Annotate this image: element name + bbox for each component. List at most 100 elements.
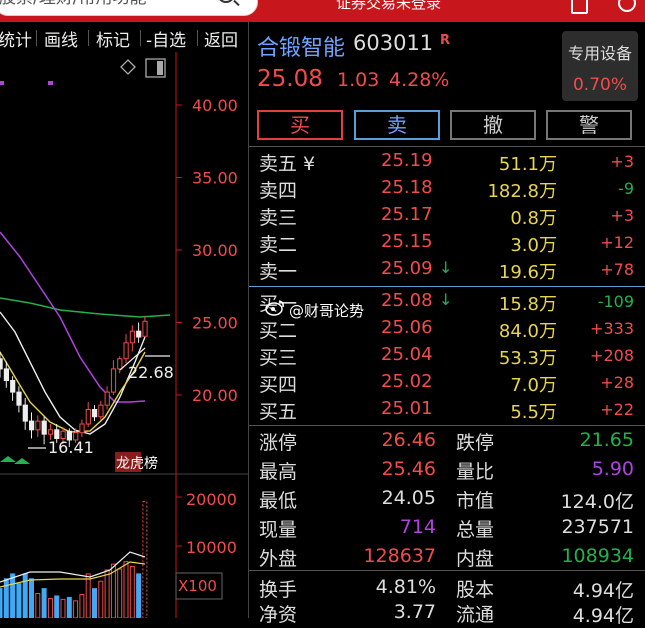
toolbar-divider [140, 30, 141, 46]
sector-box[interactable]: 专用设备 0.70% [562, 31, 638, 101]
stat-value: 128637 [363, 545, 436, 567]
order-book-row-buy[interactable]: 买五 25.01 5.5万 +22 [249, 396, 645, 423]
stat-label: 最高 [259, 461, 298, 483]
stat-label: 量比 [456, 461, 495, 483]
stock-code: 603011 [353, 31, 434, 55]
stat-label: 内盘 [456, 548, 495, 570]
order-book-row-buy[interactable]: 买四 25.02 7.0万 +28 [249, 369, 645, 396]
order-volume: 0.8万 [510, 208, 557, 229]
stat-label: 股本 [456, 579, 495, 601]
volume-bar [129, 566, 135, 619]
order-volume: 15.8万 [498, 294, 557, 315]
order-volume: 7.0万 [510, 375, 557, 396]
order-change: +3 [610, 152, 634, 171]
order-book-row-buy[interactable]: 买三 25.04 53.3万 +208 [249, 342, 645, 369]
buy-button[interactable]: 买 [257, 110, 343, 140]
kline-chart[interactable]: 40.00 35.00 30.00 25.00 20.00 22.68 16.41 龙虎… [0, 52, 248, 619]
divider [249, 146, 645, 147]
order-level-label: 卖二 [259, 234, 298, 256]
order-book-row-sell[interactable]: 卖四 25.18 182.8万 -9 [249, 175, 645, 202]
price-tick-label: 30.00 [192, 241, 238, 260]
down-arrow-icon: ↓ [439, 258, 453, 277]
order-volume: 3.0万 [510, 235, 557, 256]
cancel-order-button[interactable]: 撤 [450, 110, 536, 140]
stat-value: 3.77 [393, 601, 436, 623]
login-status[interactable]: 证券交易未登录 [336, 0, 441, 13]
volume-bar [142, 501, 148, 619]
down-arrow-icon: ↓ [439, 290, 453, 309]
price-change: 1.03 [337, 69, 380, 91]
order-price: 25.08 [381, 290, 433, 311]
stat-item: 量比 5.90 [456, 457, 634, 485]
candle-body [104, 391, 110, 406]
price-tick-label: 40.00 [192, 96, 238, 115]
order-price: 25.01 [381, 398, 433, 419]
volume-bar [0, 588, 3, 619]
volume-bar [29, 578, 34, 619]
order-book-row-sell[interactable]: 卖三 25.17 0.8万 +3 [249, 202, 645, 229]
ma-line-yellow [0, 351, 146, 433]
search-box[interactable]: 股票/理财/常用功能 [0, 0, 258, 16]
sector-change: 0.70% [572, 75, 627, 95]
price-tick-label: 25.00 [192, 314, 238, 333]
tool-mark[interactable]: 标记 [96, 26, 130, 51]
order-volume: 19.6万 [498, 262, 557, 283]
stat-value: 21.65 [579, 429, 634, 451]
stat-value: 4.81% [375, 576, 436, 598]
price-tick-label: 35.00 [192, 169, 238, 188]
stat-item: 内盘 108934 [456, 544, 634, 572]
ma-line-purple [0, 231, 146, 403]
order-book-row-sell[interactable]: 卖二 25.15 3.0万 +12 [249, 229, 645, 256]
stat-value: 108934 [561, 545, 634, 567]
tool-remove-watchlist[interactable]: -自选 [146, 26, 186, 51]
volume-tick: 20000 [186, 490, 237, 509]
order-volume: 51.1万 [498, 154, 557, 175]
volume-bar [98, 580, 104, 619]
dragon-tiger-badge[interactable]: 龙虎榜 [116, 455, 158, 472]
stat-item: 净资 3.77 [259, 600, 436, 628]
sell-button[interactable]: 卖 [354, 110, 440, 140]
search-input[interactable]: 股票/理财/常用功能 [0, 0, 146, 8]
order-book-row-sell[interactable]: 卖五 ¥ 25.19 51.1万 +3 [249, 148, 645, 175]
tool-statistics[interactable]: 统计 [0, 26, 32, 51]
stat-item: 总量 237571 [456, 515, 634, 543]
order-price: 25.18 [381, 177, 433, 198]
order-book-row-sell[interactable]: 卖一 25.09 19.6万 +78 ↓ [249, 256, 645, 283]
kline-chart-area[interactable]: 40.00 35.00 30.00 25.00 20.00 22.68 16.41 龙虎… [0, 52, 248, 619]
order-change: +78 [600, 260, 634, 279]
order-change: +208 [590, 346, 634, 365]
stat-label: 净资 [259, 604, 298, 626]
candle-body [85, 409, 91, 425]
diamond-icon[interactable] [120, 59, 136, 75]
volume-tick: 10000 [186, 538, 237, 557]
order-level-label: 卖三 [259, 207, 298, 229]
toolbar-divider [88, 30, 89, 46]
candle-body [3, 368, 9, 381]
stat-value: 24.05 [381, 487, 436, 509]
volume-bar [85, 573, 91, 619]
stat-label: 现量 [259, 519, 298, 541]
tool-draw-line[interactable]: 画线 [44, 26, 78, 51]
stat-label: 涨停 [259, 432, 298, 454]
high-marker-label: 22.68 [128, 363, 174, 382]
tool-back[interactable]: 返回 [204, 26, 238, 51]
stat-item: 股本 4.94亿 [456, 575, 634, 603]
stock-name[interactable]: 合锻智能 [257, 30, 345, 62]
bookmark-icon[interactable] [571, 0, 588, 14]
ma-line-white [0, 311, 146, 435]
alert-button[interactable]: 警 [546, 110, 632, 140]
order-volume: 182.8万 [487, 181, 557, 202]
volume-bar [136, 573, 142, 619]
order-change: +12 [600, 233, 634, 252]
order-level-label: 买四 [259, 374, 298, 396]
order-price: 25.19 [381, 150, 433, 171]
volume-bar [47, 597, 53, 619]
stat-item: 换手 4.81% [259, 575, 436, 603]
signal-triangle-icon [0, 456, 30, 464]
stat-label: 流通 [456, 604, 495, 626]
menu-icon[interactable] [618, 0, 636, 12]
search-icon[interactable] [217, 0, 235, 3]
sector-label: 专用设备 [567, 44, 632, 63]
candle-body [110, 368, 117, 393]
ma-line-green [0, 297, 171, 318]
